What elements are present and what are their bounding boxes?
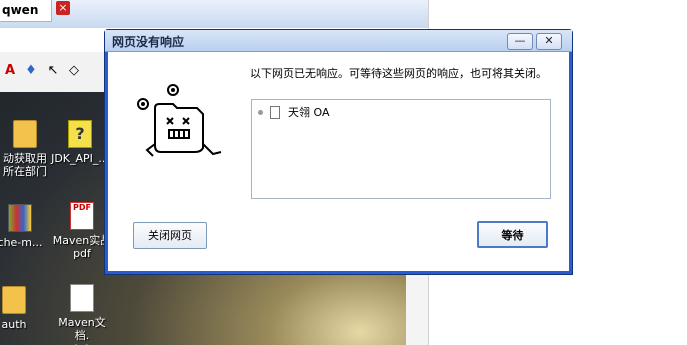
archive-icon	[8, 204, 32, 232]
close-icon[interactable]: ✕	[536, 33, 562, 50]
background-scroll-strip	[406, 270, 428, 345]
text-file-icon	[70, 284, 94, 312]
dialog-message: 以下网页已无响应。可等待这些网页的响应，也可将其关闭。	[250, 67, 547, 80]
tab-close-icon[interactable]: ×	[56, 1, 70, 15]
background-tab[interactable]: qwen	[0, 0, 52, 22]
desktop-icon-label: auth	[1, 318, 27, 331]
fill-icon[interactable]: ♦	[24, 64, 38, 78]
wait-button[interactable]: 等待	[477, 221, 548, 248]
dialog-body: 以下网页已无响应。可等待这些网页的响应，也可将其关闭。 天翎 OA 关闭网页 等…	[108, 52, 569, 271]
background-tab-label: qwen	[2, 3, 39, 17]
desktop-icon-label: JDK_API_...	[51, 152, 109, 165]
page-icon	[270, 105, 280, 119]
page-unresponsive-dialog: 网页没有响应 — ✕ 以下网页已无响应。可等待这些网页的响应，也可将其关闭。 天…	[104, 29, 573, 275]
document-icon	[13, 120, 37, 148]
unresponsive-page-illustration	[137, 84, 222, 157]
text-color-icon[interactable]: A	[3, 64, 17, 78]
dialog-titlebar[interactable]: 网页没有响应 — ✕	[105, 30, 572, 52]
pdf-icon: PDF	[70, 202, 94, 230]
desktop-icon-label: che-m...	[0, 236, 43, 249]
desktop-icon-label: Maven文档. txt	[58, 316, 106, 345]
desktop-icon[interactable]: ? JDK_API_...	[50, 120, 110, 165]
desktop-icon[interactable]: 动获取用 所在部门	[0, 120, 55, 178]
help-file-icon: ?	[68, 120, 92, 148]
bullet-icon	[258, 109, 263, 115]
desktop-icon-label: 动获取用 所在部门	[3, 152, 47, 178]
eraser-icon[interactable]: ◇	[67, 64, 81, 78]
screen: qwen × A ♦ ↖ ◇ 动获取用 所在部门 ? JDK_API_... c…	[0, 0, 687, 345]
desktop-icon[interactable]: che-m...	[0, 204, 50, 249]
page-title: 天翎 OA	[288, 106, 330, 119]
desktop-icon[interactable]: PDF Maven实战 pdf	[52, 202, 112, 260]
minimize-icon[interactable]: —	[507, 33, 533, 50]
background-toolbar: A ♦ ↖ ◇	[0, 52, 105, 93]
close-pages-button[interactable]: 关闭网页	[133, 222, 207, 249]
list-item[interactable]: 天翎 OA	[258, 104, 330, 120]
desktop-icon[interactable]: Maven文档. txt	[52, 284, 112, 345]
desktop-icon-label: Maven实战 pdf	[52, 234, 112, 260]
pointer-icon[interactable]: ↖	[46, 64, 60, 78]
desktop-icon[interactable]: auth	[0, 286, 44, 331]
folder-icon	[2, 286, 26, 314]
dialog-title: 网页没有响应	[112, 35, 185, 49]
unresponsive-pages-list[interactable]: 天翎 OA	[251, 99, 551, 199]
